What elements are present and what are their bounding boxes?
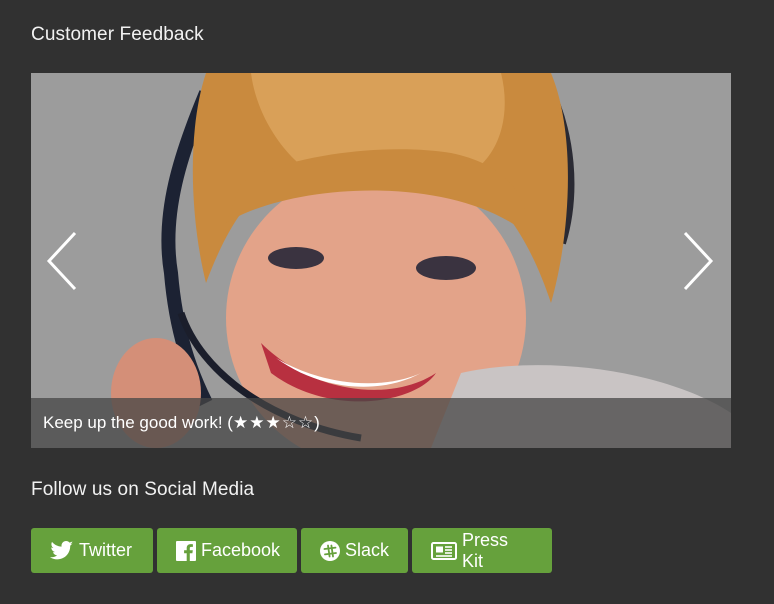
- customer-photo: [31, 73, 731, 448]
- twitter-button[interactable]: Twitter: [31, 528, 153, 573]
- chevron-right-icon: [683, 231, 714, 291]
- slack-button[interactable]: Slack: [301, 528, 408, 573]
- slack-icon: [320, 540, 340, 561]
- star-rating: ★★★☆☆: [232, 413, 315, 432]
- feedback-carousel: Keep up the good work! ( ★★★☆☆ ): [31, 73, 731, 448]
- chevron-left-icon: [46, 231, 77, 291]
- facebook-button[interactable]: Facebook: [157, 528, 297, 573]
- carousel-caption: Keep up the good work! ( ★★★☆☆ ): [31, 398, 731, 448]
- newspaper-icon: [431, 541, 457, 560]
- facebook-icon: [176, 540, 196, 561]
- carousel-prev-button[interactable]: [43, 231, 83, 291]
- slack-label: Slack: [345, 540, 390, 560]
- caption-close: ): [314, 413, 320, 432]
- caption-text: Keep up the good work! (: [43, 413, 233, 432]
- twitter-label: Twitter: [79, 540, 133, 560]
- twitter-icon: [50, 540, 74, 561]
- press-kit-button[interactable]: Press Kit: [412, 528, 552, 573]
- social-buttons: Twitter Facebook Slack Press Kit: [31, 528, 552, 573]
- customer-feedback-heading: Customer Feedback: [31, 24, 204, 45]
- press-kit-label: Press Kit: [462, 529, 509, 571]
- carousel-next-button[interactable]: [679, 231, 719, 291]
- facebook-label: Facebook: [201, 540, 281, 560]
- social-media-heading: Follow us on Social Media: [31, 479, 255, 500]
